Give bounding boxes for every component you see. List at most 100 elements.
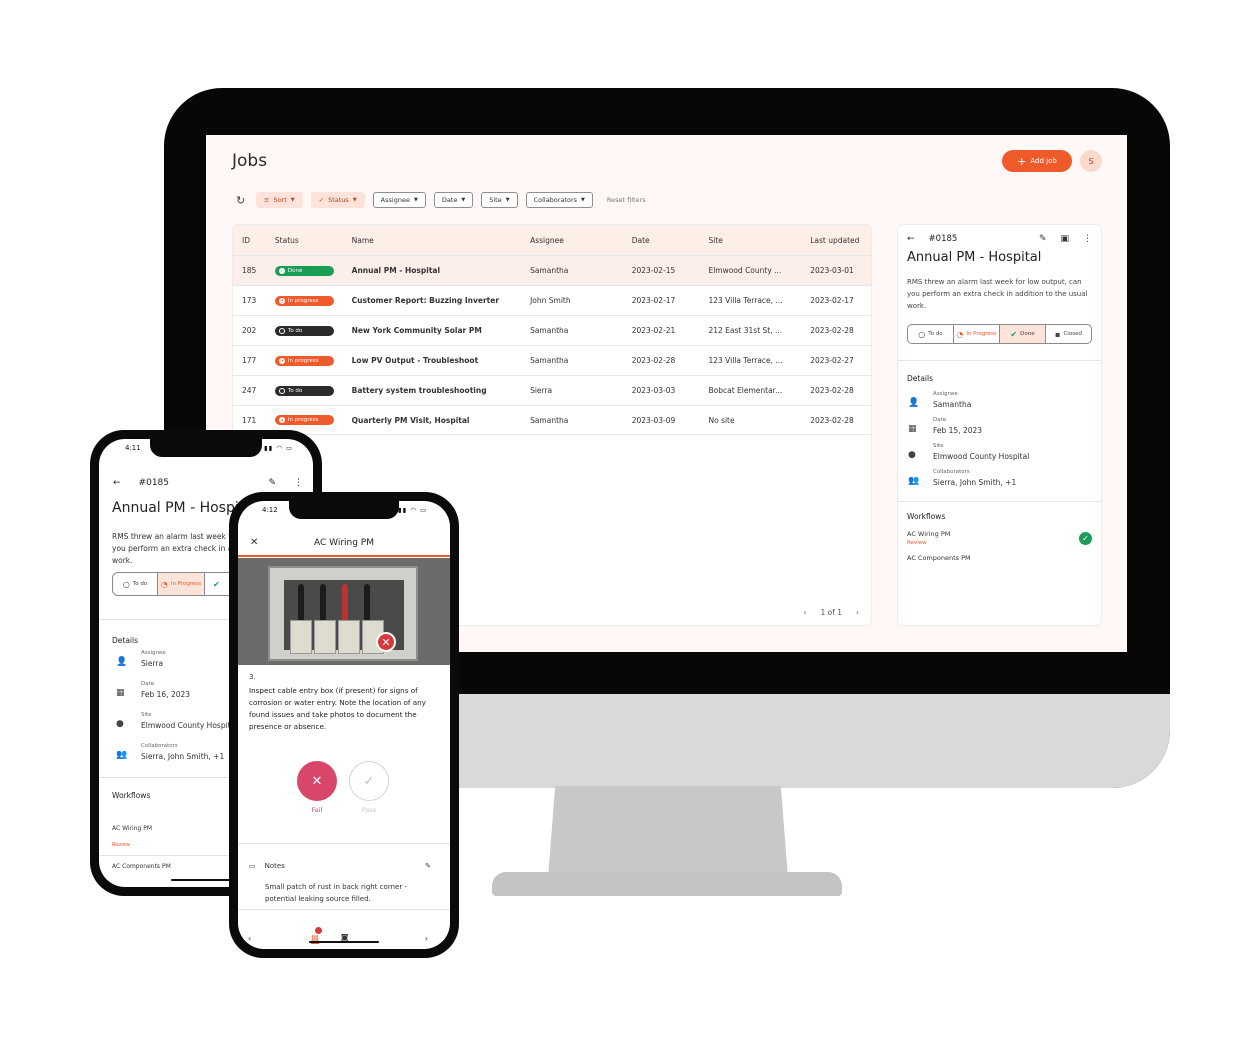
circle-icon [278,327,285,334]
status-option-done[interactable]: ✔ Done [1000,325,1046,343]
check-circle-icon: ✓ [1079,531,1092,545]
date-field[interactable]: ▦ Date Feb 16, 2023 [116,681,190,699]
reset-filters-link[interactable]: Reset filters [607,196,646,204]
column-header-id[interactable]: ID [233,236,275,245]
back-arrow-icon[interactable]: ← [907,234,915,244]
workflow-name[interactable]: AC Components PM [112,863,171,870]
edit-icon[interactable]: ✎ [268,478,276,488]
location-pin-icon: ● [908,450,916,460]
check-icon: ✓ [318,196,325,204]
status-option-todo[interactable]: ○ To do [908,325,954,343]
row-site: Bobcat Elementar... [708,386,783,395]
row-site: No site [708,415,735,425]
assignee-field[interactable]: 👤 Assignee Sierra [116,650,166,668]
column-header-last-updated[interactable]: Last updated [810,236,871,245]
add-job-button[interactable]: + Add job [1002,150,1072,172]
pagination: ‹ 1 of 1 › [803,608,859,617]
column-header-name[interactable]: Name [352,236,530,245]
field-label: Collaborators [933,469,970,475]
divider [238,843,450,844]
monitor-stand [548,786,788,878]
location-pin-icon: ● [116,719,124,729]
assignee-field[interactable]: 👤 Assignee Samantha [898,383,1101,409]
field-value: Elmwood County Hospital [141,721,238,730]
table-row[interactable]: 177 ◔ In progress Low PV Output - Trouble… [233,345,871,375]
workflow-item[interactable]: AC Wiring PM Review ✓ [898,521,1101,546]
status-badge: ✓ Done [274,265,334,276]
date-field[interactable]: ▦ Date Feb 15, 2023 [898,409,1101,435]
status-cell: ◔ In progress [274,355,352,366]
status-cell: ◔ In progress [274,415,352,426]
field-label: Site [141,712,152,718]
back-arrow-icon[interactable]: ← [113,478,121,488]
row-updated: 2023-03-01 [810,266,854,275]
site-field[interactable]: ● Site Elmwood County Hospital [898,435,1101,461]
date-filter[interactable]: Date ▼ [433,192,474,208]
collaborators-field[interactable]: 👥 Collaborators Sierra, John Smith, +1 [898,461,1101,487]
row-updated: 2023-02-27 [810,356,854,365]
pdf-icon[interactable]: ▣ [1060,234,1069,244]
divider [238,909,450,910]
workflow-item[interactable]: AC Components PM [898,546,1101,562]
avatar[interactable]: S [1080,150,1102,172]
status-badge: To do [274,385,334,396]
row-updated: 2023-02-28 [810,415,854,425]
table-row[interactable]: 173 ◔ In progress Customer Report: Buzzin… [233,285,871,315]
fail-label: Fail [311,806,323,814]
field-value: Samantha [933,400,972,409]
row-name: Quarterly PM Visit, Hospital [351,415,470,425]
refresh-icon[interactable]: ↻ [236,194,248,207]
progress-icon: ◔ [278,297,285,304]
status-option-in-progress[interactable]: ◔ In Progress [954,325,1000,343]
table-row[interactable]: 247 To do Battery system troubleshooting… [233,375,871,405]
row-date: 2023-02-28 [631,356,676,365]
column-header-status[interactable]: Status [275,236,352,245]
table-row[interactable]: 185 ✓ Done Annual PM - Hospital Samantha … [233,255,871,285]
chevron-right-icon[interactable]: › [856,608,859,617]
check-icon: ✓ [363,773,375,789]
status-option-in-progress[interactable]: ◔ In Progress [158,573,205,595]
photo-panel-box [268,566,418,661]
pass-button[interactable]: ✓ [349,761,389,801]
phone-notch [150,439,262,457]
site-field[interactable]: ● Site Elmwood County Hospital [116,712,237,730]
row-id: 247 [242,386,257,395]
site-filter[interactable]: Site ▼ [481,192,518,208]
more-vert-icon[interactable]: ⋮ [294,478,303,488]
photo-terminal [290,620,312,654]
collaborators-filter[interactable]: Collaborators ▼ [525,192,593,208]
chevron-down-icon: ▼ [581,197,585,203]
more-vert-icon[interactable]: ⋮ [1083,234,1092,244]
fail-button[interactable]: ✕ [297,761,337,801]
inspection-photo[interactable]: ✕ [238,558,450,665]
chevron-left-icon[interactable]: ‹ [803,608,806,617]
table-row[interactable]: 171 ◔ In progress Quarterly PM Visit, Hos… [233,405,871,435]
workflow-name[interactable]: AC Wiring PM [112,825,152,832]
assignee-filter[interactable]: Assignee ▼ [372,192,426,208]
column-header-date[interactable]: Date [632,236,709,245]
chevron-left-icon[interactable]: ‹ [248,934,251,943]
column-header-site[interactable]: Site [708,236,810,245]
status-option-label: Done [1020,331,1035,337]
sort-filter[interactable]: ≡ Sort ▼ [256,192,303,208]
collaborators-field[interactable]: 👥 Collaborators Sierra, John Smith, +1 [116,743,224,761]
status-option-todo[interactable]: ○ To do [113,573,158,595]
table-row[interactable]: 202 To do New York Community Solar PM Sa… [233,315,871,345]
status-cell: ✓ Done [274,265,352,276]
site-label: Site [489,196,502,204]
monitor-base [492,872,842,896]
chevron-right-icon[interactable]: › [425,934,428,943]
person-icon: 👤 [908,398,920,408]
signal-icon: ▮▮ ◠ ▭ [398,506,428,514]
row-id: 171 [242,415,257,425]
column-header-assignee[interactable]: Assignee [530,236,632,245]
status-option-label: To do [928,331,943,337]
edit-icon[interactable]: ✎ [425,862,431,870]
status-text: To do [287,387,303,394]
status-filter[interactable]: ✓ Status ▼ [310,192,365,208]
home-indicator [309,941,379,943]
row-id: 185 [242,266,257,275]
status-option-closed[interactable]: ▪ Closed [1046,325,1091,343]
edit-icon[interactable]: ✎ [1039,234,1047,244]
page-title: Jobs [232,151,268,171]
